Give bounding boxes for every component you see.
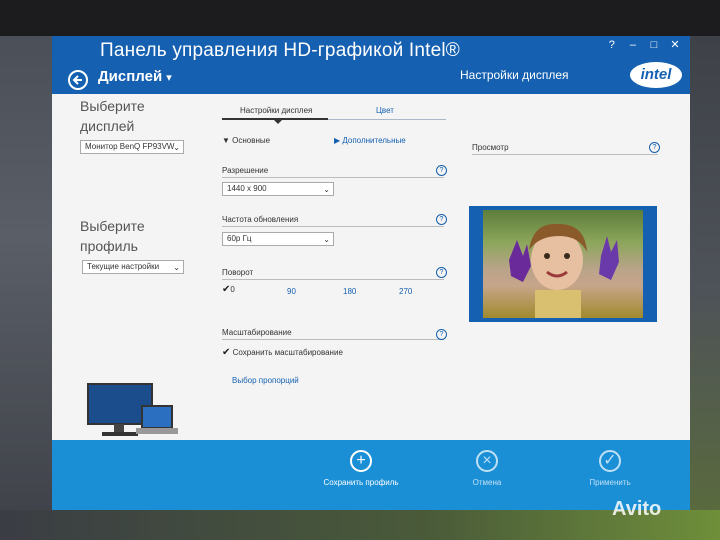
resolution-select[interactable]: 1440 x 900 ⌄ <box>222 182 334 196</box>
tab-display-settings[interactable]: Настройки дисплея <box>240 106 312 115</box>
help-button[interactable]: ? <box>603 39 621 51</box>
check-icon: ✔ <box>222 347 231 358</box>
help-icon[interactable]: ? <box>436 329 447 340</box>
refresh-label: Частота обновления <box>222 215 299 224</box>
preview-image <box>483 210 643 318</box>
rotation-0[interactable]: ✔0 <box>222 284 235 295</box>
select-display-title: Выберите дисплей <box>80 98 145 134</box>
cancel-button[interactable]: × Отмена <box>442 450 532 487</box>
help-icon[interactable]: ? <box>436 267 447 278</box>
resolution-value: 1440 x 900 <box>227 184 267 193</box>
cancel-label: Отмена <box>472 478 502 487</box>
photo-border-right <box>690 36 720 540</box>
action-bar: + Сохранить профиль × Отмена ✓ Применить <box>52 440 690 510</box>
divider <box>222 177 444 178</box>
title-bar: Панель управления HD-графикой Intel® ? –… <box>52 36 690 94</box>
apply-button[interactable]: ✓ Применить <box>565 450 655 487</box>
back-arrow-icon[interactable] <box>68 70 88 90</box>
minimize-button[interactable]: – <box>624 39 642 51</box>
section-basic[interactable]: ▼ Основные <box>222 136 270 145</box>
tab-underline <box>328 119 446 120</box>
photo-border-top <box>0 0 720 36</box>
chevron-down-icon: ▾ <box>166 72 172 84</box>
rotation-270[interactable]: 270 <box>399 287 412 296</box>
apply-label: Применить <box>589 478 631 487</box>
profile-select[interactable]: Текущие настройки ⌄ <box>82 260 184 274</box>
keep-scaling-label: Сохранить масштабирование <box>232 348 343 357</box>
plus-icon: + <box>350 450 372 472</box>
app-window: Панель управления HD-графикой Intel® ? –… <box>52 36 690 510</box>
refresh-value: 60р Гц <box>227 234 252 243</box>
rotation-90[interactable]: 90 <box>287 287 296 296</box>
select-profile-title: Выберите профиль <box>80 218 145 254</box>
chevron-down-icon: ⌄ <box>323 185 330 194</box>
profile-select-value: Текущие настройки <box>87 262 160 271</box>
refresh-select[interactable]: 60р Гц ⌄ <box>222 232 334 246</box>
section-basic-label: Основные <box>232 136 271 145</box>
page-title: Настройки дисплея <box>460 68 569 82</box>
resolution-label: Разрешение <box>222 166 269 175</box>
check-icon: ✓ <box>599 450 621 472</box>
divider <box>222 279 444 280</box>
scaling-label: Масштабирование <box>222 328 292 337</box>
avito-watermark: Avito <box>612 498 662 520</box>
chevron-down-icon: ⌄ <box>323 235 330 244</box>
intel-logo: intel <box>630 62 682 88</box>
help-icon[interactable]: ? <box>436 165 447 176</box>
save-profile-button[interactable]: + Сохранить профиль <box>316 450 406 487</box>
rotation-180[interactable]: 180 <box>343 287 356 296</box>
rotation-0-label: 0 <box>230 285 235 294</box>
chevron-down-icon: ⌄ <box>173 143 180 152</box>
photo-border-left <box>0 36 52 540</box>
chevron-down-icon: ⌄ <box>173 263 180 272</box>
close-button[interactable]: ✕ <box>666 38 684 51</box>
divider <box>472 154 658 155</box>
section-advanced[interactable]: ▶ Дополнительные <box>334 136 406 145</box>
window-controls: ? – □ ✕ <box>603 38 684 51</box>
divider <box>222 226 444 227</box>
close-icon: × <box>476 450 498 472</box>
monitor-laptop-icon <box>87 383 178 436</box>
tab-pointer <box>274 120 282 124</box>
display-select[interactable]: Монитор BenQ FP93VW ⌄ <box>80 140 184 154</box>
app-title: Панель управления HD-графикой Intel® <box>100 40 460 61</box>
aspect-ratio-link[interactable]: Выбор пропорций <box>232 376 299 385</box>
breadcrumb[interactable]: Дисплей ▾ <box>98 68 172 85</box>
tab-color[interactable]: Цвет <box>376 106 394 115</box>
help-icon[interactable]: ? <box>436 214 447 225</box>
preview-frame <box>469 206 657 322</box>
maximize-button[interactable]: □ <box>645 39 663 51</box>
preview-label: Просмотр <box>472 143 509 152</box>
rotation-label: Поворот <box>222 268 254 277</box>
display-select-value: Монитор BenQ FP93VW <box>85 142 175 151</box>
section-advanced-label: Дополнительные <box>342 136 406 145</box>
keep-scaling-checkbox[interactable]: ✔ Сохранить масштабирование <box>222 347 343 358</box>
save-profile-label: Сохранить профиль <box>323 478 399 487</box>
help-icon[interactable]: ? <box>649 142 660 153</box>
divider <box>222 339 444 340</box>
breadcrumb-label: Дисплей <box>98 68 163 85</box>
